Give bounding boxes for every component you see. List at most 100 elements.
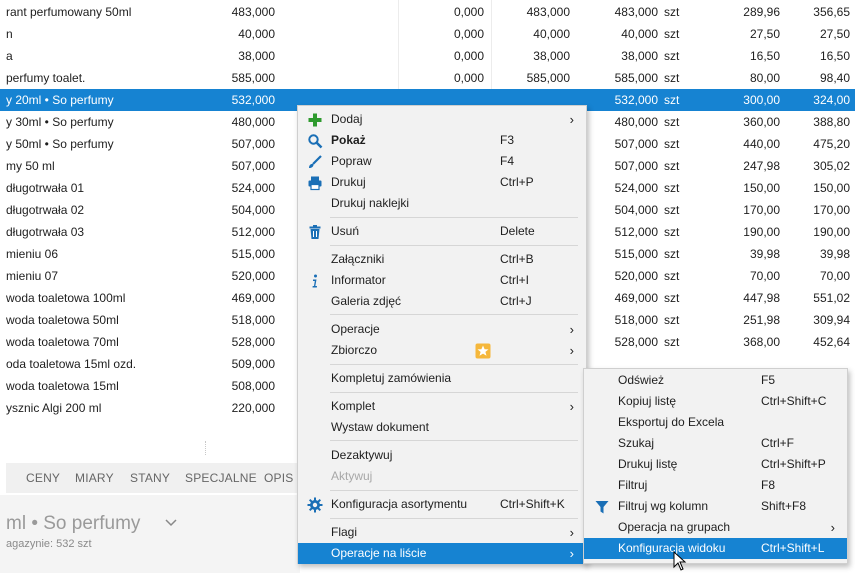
menu-item-usuń[interactable]: Usuń Delete [298,221,586,242]
cell-d: 524,000 [614,181,658,195]
menu-item-label: Operacja na grupach [618,520,731,534]
submenu-arrow-icon: › [830,520,835,535]
menu-item-shortcut: F3 [500,133,515,147]
menu-item-filtruj-wg-kolumn[interactable]: Filtruj wg kolumn Shift+F8 [584,496,847,517]
cell-unit: szt [664,225,680,239]
menu-item-drukuj[interactable]: Drukuj Ctrl+P [298,172,586,193]
cell-c: 585,000 [526,71,570,85]
cell-d: 518,000 [614,313,658,327]
cell-f: 475,20 [813,137,850,151]
mouse-cursor-icon [673,551,687,571]
cell-f: 388,80 [813,115,850,129]
menu-item-drukuj-naklejki[interactable]: Drukuj naklejki [298,193,586,214]
table-row[interactable]: n 40,000 0,000 40,000 40,000 szt 27,50 27,50 [0,23,855,45]
menu-item-label: Pokaż [331,133,366,147]
menu-item-operacje-na-liście[interactable]: Operacje na liście › [298,543,586,564]
menu-item-shortcut: Ctrl+Shift+P [761,457,826,471]
menu-item-shortcut: Delete [500,224,535,238]
menu-item-załączniki[interactable]: Załączniki Ctrl+B [298,249,586,270]
menu-item-drukuj-listę[interactable]: Drukuj listę Ctrl+Shift+P [584,454,847,475]
submenu-arrow-icon: › [569,112,574,127]
cell-d: 585,000 [614,71,658,85]
menu-item-kompletuj-zamówienia[interactable]: Kompletuj zamówienia [298,368,586,389]
cell-unit: szt [664,27,680,41]
menu-item-odśwież[interactable]: Odśwież F5 [584,370,847,391]
cell-e: 27,50 [749,27,780,41]
detail-tabs: CENY MIARY STANY SPECJALNE OPIS [6,463,306,493]
menu-item-operacja-na-grupach[interactable]: Operacja na grupach › [584,517,847,538]
chevron-down-icon[interactable] [164,517,178,529]
cell-e: 247,98 [743,159,780,173]
cell-unit: szt [664,137,680,151]
stock-summary: agazynie: 532 szt [6,538,92,550]
cell-e: 300,00 [743,93,780,107]
menu-item-shortcut: Ctrl+J [500,294,532,308]
menu-item-label: Usuń [331,224,360,238]
cell-unit: szt [664,181,680,195]
menu-item-label: Zbiorczo [331,343,378,357]
menu-item-label: Drukuj [331,175,366,189]
cell-a: 40,000 [238,27,275,41]
gear-icon [307,497,323,513]
tab-stany[interactable]: STANY [130,463,170,493]
cell-f: 551,02 [813,291,850,305]
menu-separator [330,217,578,218]
cell-d: 507,000 [614,159,658,173]
menu-item-shortcut: Ctrl+I [500,273,530,287]
submenu-arrow-icon: › [569,322,574,337]
submenu-arrow-icon: › [569,525,574,540]
cell-e: 39,98 [749,247,780,261]
cell-a: 512,000 [231,225,275,239]
menu-item-popraw[interactable]: Popraw F4 [298,151,586,172]
table-row[interactable]: rant perfumowany 50ml 483,000 0,000 483,000… [0,1,855,23]
submenu-arrow-icon: › [569,399,574,414]
cell-a: 524,000 [231,181,275,195]
brush-icon [307,154,323,170]
tab-opis[interactable]: OPIS [264,463,293,493]
menu-item-label: Galeria zdjęć [331,294,402,308]
info-icon [307,273,323,289]
table-row[interactable]: a 38,000 0,000 38,000 38,000 szt 16,50 16,50 [0,45,855,67]
cell-unit: szt [664,115,680,129]
menu-item-label: Drukuj naklejki [331,196,410,210]
cell-a: 520,000 [231,269,275,283]
menu-item-wystaw-dokument[interactable]: Wystaw dokument [298,417,586,438]
menu-item-komplet[interactable]: Komplet › [298,396,586,417]
tab-specjalne[interactable]: SPECJALNE [185,463,257,493]
cell-d: 512,000 [614,225,658,239]
cell-f: 27,50 [819,27,850,41]
menu-item-konfiguracja-widoku[interactable]: Konfiguracja widoku Ctrl+Shift+L [584,538,847,559]
table-row[interactable]: perfumy toalet. 585,000 0,000 585,000 585,00… [0,67,855,89]
menu-item-label: Filtruj wg kolumn [618,499,709,513]
menu-item-eksportuj-do-excela[interactable]: Eksportuj do Excela [584,412,847,433]
menu-item-flagi[interactable]: Flagi › [298,522,586,543]
menu-item-shortcut: Ctrl+Shift+K [500,497,565,511]
cell-unit: szt [664,335,680,349]
menu-item-konfiguracja-asortymentu[interactable]: Konfiguracja asortymentu Ctrl+Shift+K [298,494,586,515]
menu-item-informator[interactable]: Informator Ctrl+I [298,270,586,291]
cell-d: 38,000 [621,49,658,63]
tab-miary[interactable]: MIARY [75,463,114,493]
menu-item-kopiuj-listę[interactable]: Kopiuj listę Ctrl+Shift+C [584,391,847,412]
menu-item-label: Kopiuj listę [618,394,677,408]
list-operations-submenu[interactable]: Odśwież F5 Kopiuj listę Ctrl+Shift+C Eksport… [583,368,848,564]
star-badge-icon [475,343,491,359]
menu-item-label: Filtruj [618,478,648,492]
menu-item-galeria-zdjęć[interactable]: Galeria zdjęć Ctrl+J [298,291,586,312]
menu-item-label: Wystaw dokument [331,420,429,434]
menu-item-operacje[interactable]: Operacje › [298,319,586,340]
menu-item-dezaktywuj[interactable]: Dezaktywuj [298,445,586,466]
cell-e: 16,50 [749,49,780,63]
cell-f: 98,40 [819,71,850,85]
menu-item-dodaj[interactable]: Dodaj › [298,109,586,130]
cell-unit: szt [664,313,680,327]
cell-e: 289,96 [743,5,780,19]
menu-item-zbiorczo[interactable]: Zbiorczo › [298,340,586,361]
menu-separator [330,490,578,491]
menu-item-label: Popraw [331,154,372,168]
tab-ceny[interactable]: CENY [26,463,60,493]
menu-item-filtruj[interactable]: Filtruj F8 [584,475,847,496]
context-menu[interactable]: Dodaj › Pokaż F3 Popraw F4 Drukuj Ctrl+P Drukuj … [297,105,587,564]
menu-item-szukaj[interactable]: Szukaj Ctrl+F [584,433,847,454]
menu-item-pokaż[interactable]: Pokaż F3 [298,130,586,151]
